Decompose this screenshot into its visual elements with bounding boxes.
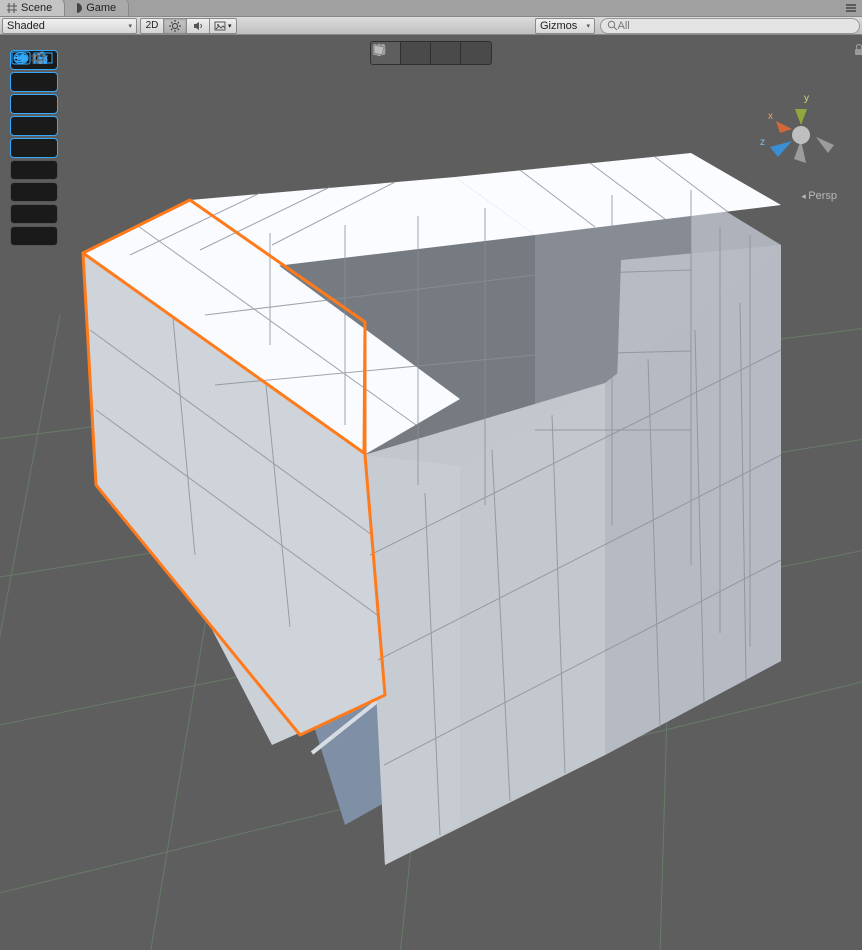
twod-label: 2D xyxy=(146,20,159,31)
shading-dropdown[interactable]: Shaded ▾ xyxy=(2,18,137,34)
lighting-toggle[interactable] xyxy=(163,18,187,34)
toggle-x[interactable]: X xyxy=(10,160,58,180)
toggle-arrow[interactable] xyxy=(10,116,58,136)
tab-scene[interactable]: Scene xyxy=(0,0,65,16)
chevron-down-icon: ▾ xyxy=(586,22,590,30)
gizmos-dropdown[interactable]: Gizmos ▾ xyxy=(535,18,595,34)
speaker-icon xyxy=(192,20,204,32)
toggle-z[interactable]: Z xyxy=(10,204,58,224)
probuilder-tools xyxy=(370,41,492,65)
shading-label: Shaded xyxy=(7,20,45,32)
svg-text:y: y xyxy=(804,93,809,104)
axis-gizmo[interactable]: y x z xyxy=(756,85,846,195)
search-icon xyxy=(607,20,618,31)
scene-toolbar-overlay: 1 ON X Y Z 3D xyxy=(10,50,60,246)
svg-text:z: z xyxy=(760,137,765,148)
gizmos-label: Gizmos xyxy=(540,20,577,32)
view-mode-label[interactable]: ◂ Persp xyxy=(801,190,837,202)
scene-toolbar: Shaded ▾ 2D ▾ Gizmos ▾ xyxy=(0,17,862,35)
scene-render xyxy=(0,35,862,950)
tab-game-label: Game xyxy=(86,2,116,14)
tool-vertex[interactable] xyxy=(401,42,431,64)
face-icon xyxy=(371,42,387,58)
game-icon xyxy=(71,2,83,14)
chevron-down-icon: ▾ xyxy=(128,22,132,30)
tab-options-button[interactable] xyxy=(840,0,862,16)
toggle-3d[interactable]: 3D xyxy=(10,226,58,246)
tool-face[interactable] xyxy=(461,42,491,64)
svg-text:3D: 3D xyxy=(15,54,28,65)
tab-bar: Scene Game xyxy=(0,0,862,17)
toggle-lock[interactable] xyxy=(10,138,58,158)
picture-icon xyxy=(214,20,226,32)
chevron-down-icon: ▾ xyxy=(228,22,232,30)
svg-text:x: x xyxy=(768,111,773,122)
tool-edge[interactable] xyxy=(431,42,461,64)
audio-toggle[interactable] xyxy=(186,18,210,34)
effects-toggle[interactable]: ▾ xyxy=(209,18,237,34)
search-input[interactable] xyxy=(618,20,853,32)
tab-game[interactable]: Game xyxy=(65,0,129,16)
toggle-on[interactable]: ON xyxy=(10,94,58,114)
scene-viewport[interactable]: 1 ON X Y Z 3D xyxy=(0,35,862,950)
twod-toggle[interactable]: 2D xyxy=(140,18,164,34)
hash-icon xyxy=(6,2,18,14)
scene-search[interactable] xyxy=(600,18,860,34)
tab-scene-label: Scene xyxy=(21,2,52,14)
toggle-y[interactable]: Y xyxy=(10,182,58,202)
sun-icon xyxy=(169,20,181,32)
scene-view-group: 2D ▾ xyxy=(140,18,237,34)
toggle-visibility[interactable] xyxy=(10,72,58,92)
